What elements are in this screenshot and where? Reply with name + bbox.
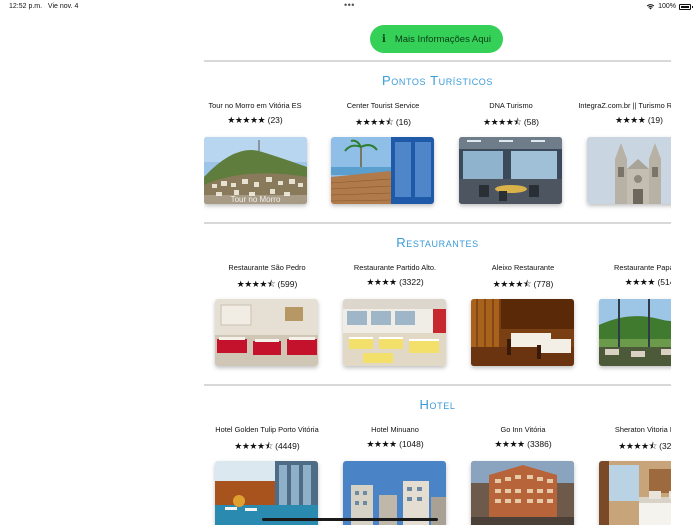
section-divider	[204, 222, 671, 224]
place-card[interactable]: Hotel Golden Tulip Porto Vitória ★★★★⯪ (…	[208, 425, 326, 525]
rating-stars: ★★★★	[366, 277, 397, 287]
place-rating: ★★★★⯪ (58)	[452, 115, 570, 131]
rating-stars: ★★★★⯪	[492, 279, 532, 289]
place-rating: ★★★★ (19)	[580, 115, 671, 126]
place-photo[interactable]	[471, 461, 574, 525]
review-count: (16)	[395, 117, 411, 127]
section-divider	[204, 60, 671, 62]
place-photo[interactable]	[331, 137, 434, 204]
place-card[interactable]: Tour no Morro em Vitória ES ★★★★★ (23) T…	[204, 101, 314, 211]
place-rating: ★★★★ (3322)	[336, 277, 454, 288]
restaurants-carousel[interactable]: Restaurante São Pedro ★★★★⯪ (599) Restau…	[204, 263, 671, 373]
place-rating: ★★★★ (3386)	[464, 439, 582, 450]
place-rating: ★★★★⯪ (3241)	[592, 439, 671, 455]
place-card[interactable]: Restaurante São Pedro ★★★★⯪ (599)	[208, 263, 326, 373]
multitasking-dots-icon[interactable]: •••	[344, 0, 355, 10]
rating-stars: ★★★★⯪	[355, 117, 394, 127]
place-card[interactable]: DNA Turismo ★★★★⯪ (58)	[452, 101, 570, 211]
review-count: (3241)	[659, 441, 671, 451]
status-bar: 12:52 p.m. Vie nov. 4 ••• 100%	[0, 0, 700, 14]
review-count: (3386)	[527, 439, 552, 449]
place-rating: ★★★★⯪ (778)	[464, 277, 582, 293]
place-card[interactable]: IntegraZ.com.br || Turismo Receptivo ★★★…	[578, 101, 671, 211]
place-photo[interactable]	[599, 461, 671, 525]
review-count: (58)	[523, 117, 539, 127]
review-count: (23)	[267, 115, 283, 125]
place-rating: ★★★★ (514)	[592, 277, 671, 288]
hotel-carousel[interactable]: Hotel Golden Tulip Porto Vitória ★★★★⯪ (…	[204, 425, 671, 525]
rating-stars: ★★★★★	[227, 115, 266, 125]
place-rating: ★★★★★ (23)	[204, 115, 314, 126]
place-card[interactable]: Restaurante Papaguth ★★★★ (514)	[592, 263, 671, 373]
status-time: 12:52 p.m. Vie nov. 4	[9, 3, 79, 10]
rating-stars: ★★★★⯪	[236, 279, 276, 289]
rating-stars: ★★★★	[366, 439, 397, 449]
place-card[interactable]: Center Tourist Service ★★★★⯪ (16)	[324, 101, 442, 211]
place-photo[interactable]	[599, 299, 671, 366]
rating-stars: ★★★★⯪	[234, 441, 273, 451]
photo-caption: Tour no Morro	[230, 195, 281, 204]
place-photo[interactable]	[343, 299, 446, 366]
rating-stars: ★★★★⯪	[483, 117, 522, 127]
section-title-restaurants: Restaurantes	[396, 235, 479, 250]
place-card[interactable]: Hotel Minuano ★★★★ (1048)	[336, 425, 454, 525]
section-title-tourist-spots: Pontos Turísticos	[381, 73, 494, 88]
review-count: (778)	[533, 279, 554, 289]
status-indicators: 100%	[646, 3, 693, 10]
place-photo[interactable]	[459, 137, 562, 204]
place-photo[interactable]	[343, 461, 446, 525]
rating-stars: ★★★★	[494, 439, 525, 449]
home-indicator[interactable]	[262, 518, 438, 521]
place-card[interactable]: Go Inn Vitória ★★★★ (3386)	[464, 425, 582, 525]
review-count: (19)	[647, 115, 663, 125]
place-name: Sheraton Vitoria Hotel	[614, 425, 671, 434]
rating-stars: ★★★★	[624, 277, 656, 287]
place-rating: ★★★★⯪ (16)	[324, 115, 442, 131]
review-count: (514)	[657, 277, 671, 287]
more-info-button[interactable]: i Mais Informações Aqui	[370, 25, 503, 53]
info-icon: i	[382, 33, 386, 45]
place-name: Restaurante Papaguth	[614, 263, 671, 272]
place-card[interactable]: Restaurante Partido Alto. ★★★★ (3322)	[336, 263, 454, 373]
section-title-hotel: Hotel	[419, 397, 456, 412]
review-count: (4449)	[275, 441, 300, 451]
place-photo[interactable]	[215, 461, 318, 525]
place-rating: ★★★★ (1048)	[336, 439, 454, 450]
place-card[interactable]: Aleixo Restaurante ★★★★⯪ (778)	[464, 263, 582, 373]
place-rating: ★★★★⯪ (4449)	[208, 439, 326, 455]
place-card[interactable]: Sheraton Vitoria Hotel ★★★★⯪ (3241)	[592, 425, 671, 525]
review-count: (599)	[277, 279, 298, 289]
review-count: (1048)	[399, 439, 424, 449]
wifi-icon	[646, 4, 655, 10]
battery-percent: 100%	[658, 3, 676, 10]
place-photo[interactable]	[587, 137, 671, 204]
place-rating: ★★★★⯪ (599)	[208, 277, 326, 293]
tourist-spots-carousel[interactable]: Tour no Morro em Vitória ES ★★★★★ (23) T…	[204, 101, 671, 211]
place-photo[interactable]	[215, 299, 318, 366]
place-photo[interactable]: Tour no Morro	[204, 137, 307, 204]
review-count: (3322)	[399, 277, 424, 287]
place-name: IntegraZ.com.br || Turismo Receptivo	[578, 101, 671, 110]
section-divider	[204, 384, 671, 386]
rating-stars: ★★★★	[615, 115, 646, 125]
rating-stars: ★★★★⯪	[618, 441, 657, 451]
place-photo[interactable]	[471, 299, 574, 366]
more-info-label: Mais Informações Aqui	[394, 33, 491, 45]
battery-icon	[679, 3, 693, 10]
